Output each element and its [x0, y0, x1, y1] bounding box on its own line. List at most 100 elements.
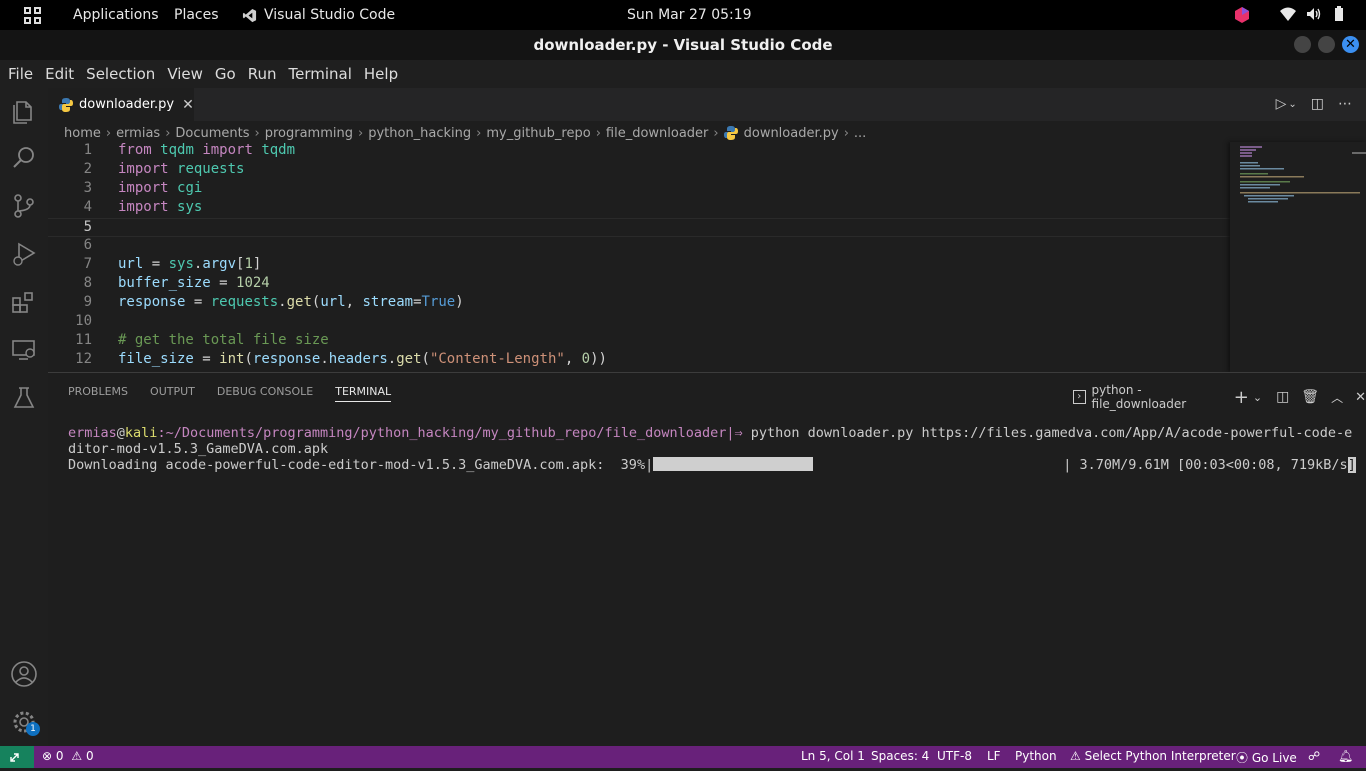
breadcrumb-programming[interactable]: programming [265, 126, 353, 141]
volume-icon[interactable] [1306, 6, 1322, 22]
more-actions-icon[interactable]: ⋯ [1338, 96, 1352, 114]
code-line[interactable]: 1 from tqdm import tqdm [48, 142, 1230, 161]
menu-go[interactable]: Go [209, 65, 242, 83]
breadcrumb-ermias[interactable]: ermias [116, 126, 160, 141]
line-number: 8 [83, 275, 92, 291]
code-line[interactable]: 12 file_size = int(response.headers.get("… [48, 351, 1230, 370]
line-number: 9 [83, 294, 92, 310]
app-indicator-icon[interactable] [1234, 6, 1250, 24]
tab-output[interactable]: OUTPUT [150, 385, 195, 402]
tab-downloader-py[interactable]: downloader.py ✕ [48, 88, 194, 121]
line-number: 7 [83, 256, 92, 272]
active-app-indicator[interactable]: Visual Studio Code [242, 0, 395, 30]
indentation[interactable]: Spaces: 4 [871, 749, 929, 763]
menu-run[interactable]: Run [242, 65, 283, 83]
end-of-line[interactable]: LF [987, 749, 1001, 763]
account-icon[interactable] [10, 660, 38, 688]
minimize-button[interactable] [1294, 36, 1311, 53]
code-line[interactable]: 4 import sys [48, 199, 1230, 218]
bottom-panel: PROBLEMS OUTPUT DEBUG CONSOLE TERMINAL ›… [48, 372, 1366, 746]
line-number: 5 [83, 219, 92, 235]
window-title: downloader.py - Visual Studio Code [533, 36, 833, 54]
code-line[interactable]: 10 [48, 313, 1230, 332]
menu-bar: File Edit Selection View Go Run Terminal… [0, 60, 1366, 88]
remote-explorer-icon[interactable] [10, 336, 38, 364]
applications-menu[interactable]: Applications [73, 0, 159, 30]
code-line[interactable]: 5 [48, 218, 1230, 237]
places-menu[interactable]: Places [174, 0, 219, 30]
code-text: # get the total file size [118, 332, 329, 348]
line-number: 12 [75, 351, 92, 367]
progress-bar-fill [653, 457, 814, 471]
encoding[interactable]: UTF-8 [937, 749, 972, 763]
breadcrumb-file-downloader[interactable]: file_downloader [606, 126, 709, 141]
menu-file[interactable]: File [2, 65, 39, 83]
language-mode[interactable]: Python [1015, 749, 1057, 763]
go-live[interactable]: ⦿ Go Live [1236, 749, 1297, 766]
feedback-icon[interactable]: ☍ [1308, 749, 1320, 763]
tab-problems[interactable]: PROBLEMS [68, 385, 128, 402]
python-interpreter[interactable]: ⚠ Select Python Interpreter [1070, 749, 1236, 763]
code-line[interactable]: 8 buffer_size = 1024 [48, 275, 1230, 294]
split-editor-icon[interactable]: ◫ [1311, 96, 1324, 114]
breadcrumb-python-hacking[interactable]: python_hacking [368, 126, 471, 141]
extensions-icon[interactable] [10, 288, 38, 316]
apps-grid-icon[interactable] [24, 7, 41, 24]
source-control-icon[interactable] [10, 192, 38, 220]
search-icon[interactable] [10, 144, 38, 172]
terminal-prompt-separator: |⇒ [726, 425, 743, 441]
menu-edit[interactable]: Edit [39, 65, 80, 83]
maximize-button[interactable] [1318, 36, 1335, 53]
tab-close-icon[interactable]: ✕ [182, 97, 194, 113]
clock[interactable]: Sun Mar 27 05:19 [627, 0, 752, 30]
menu-terminal[interactable]: Terminal [283, 65, 358, 83]
explorer-icon[interactable] [10, 96, 38, 124]
maximize-panel-icon[interactable]: ︿ [1331, 389, 1343, 406]
new-terminal-icon[interactable]: + [1234, 387, 1249, 408]
minimap-preview [1240, 146, 1366, 203]
code-line[interactable]: 9 response = requests.get(url, stream=Tru… [48, 294, 1230, 313]
code-line[interactable]: 11 # get the total file size [48, 332, 1230, 351]
editor-tab-bar: downloader.py ✕ ▷ ⌄ ◫ ⋯ [48, 88, 1366, 121]
tab-label: downloader.py [79, 97, 175, 112]
wifi-icon[interactable] [1280, 6, 1296, 22]
kill-terminal-icon[interactable]: 🗑 [1301, 389, 1319, 405]
notifications-bell-icon[interactable]: 🔔︎ [1338, 749, 1353, 763]
breadcrumb-home[interactable]: home [64, 126, 101, 141]
cursor-position[interactable]: Ln 5, Col 1 [801, 749, 865, 763]
tab-terminal[interactable]: TERMINAL [335, 385, 392, 402]
code-line[interactable]: 2 import requests [48, 161, 1230, 180]
code-line[interactable]: 7 url = sys.argv[1] [48, 256, 1230, 275]
breadcrumb-file[interactable]: downloader.py [744, 126, 839, 141]
code-text: import requests [118, 161, 245, 177]
testing-icon[interactable] [10, 384, 38, 412]
tab-debug-console[interactable]: DEBUG CONSOLE [217, 385, 313, 402]
run-python-file-icon[interactable]: ▷ [1276, 96, 1287, 114]
close-panel-icon[interactable]: ✕ [1355, 390, 1366, 405]
close-window-button[interactable]: ✕ [1342, 36, 1359, 53]
problems-status[interactable]: ⊗ 0 ⚠ 0 [42, 749, 94, 763]
terminal-output[interactable]: ermias@kali:~/Documents/programming/pyth… [68, 425, 1358, 473]
code-editor[interactable]: 1 from tqdm import tqdm 2 import requests 3 i… [48, 142, 1230, 372]
remote-indicator[interactable] [0, 746, 34, 768]
code-line[interactable]: 6 [48, 237, 1230, 256]
code-line[interactable]: 3 import cgi [48, 180, 1230, 199]
minimap[interactable] [1230, 142, 1366, 372]
settings-update-badge: 1 [26, 722, 40, 736]
breadcrumb-my-github-repo[interactable]: my_github_repo [486, 126, 590, 141]
status-bar: ⊗ 0 ⚠ 0 Ln 5, Col 1 Spaces: 4 UTF-8 LF P… [0, 746, 1366, 768]
code-text: response = requests.get(url, stream=True… [118, 294, 464, 310]
terminal-dropdown-icon[interactable]: ⌄ [1253, 391, 1262, 404]
breadcrumb-symbols[interactable]: ... [854, 126, 866, 141]
menu-selection[interactable]: Selection [80, 65, 161, 83]
menu-view[interactable]: View [161, 65, 209, 83]
code-text: import sys [118, 199, 203, 215]
split-terminal-icon[interactable]: ◫ [1276, 389, 1289, 405]
terminal-name[interactable]: python - file_downloader [1092, 383, 1222, 411]
breadcrumb-documents[interactable]: Documents [175, 126, 249, 141]
run-debug-icon[interactable] [10, 240, 38, 268]
menu-help[interactable]: Help [358, 65, 404, 83]
panel-tabs: PROBLEMS OUTPUT DEBUG CONSOLE TERMINAL [68, 385, 413, 402]
battery-icon[interactable] [1334, 6, 1344, 22]
run-dropdown-chevron-icon[interactable]: ⌄ [1288, 96, 1296, 114]
